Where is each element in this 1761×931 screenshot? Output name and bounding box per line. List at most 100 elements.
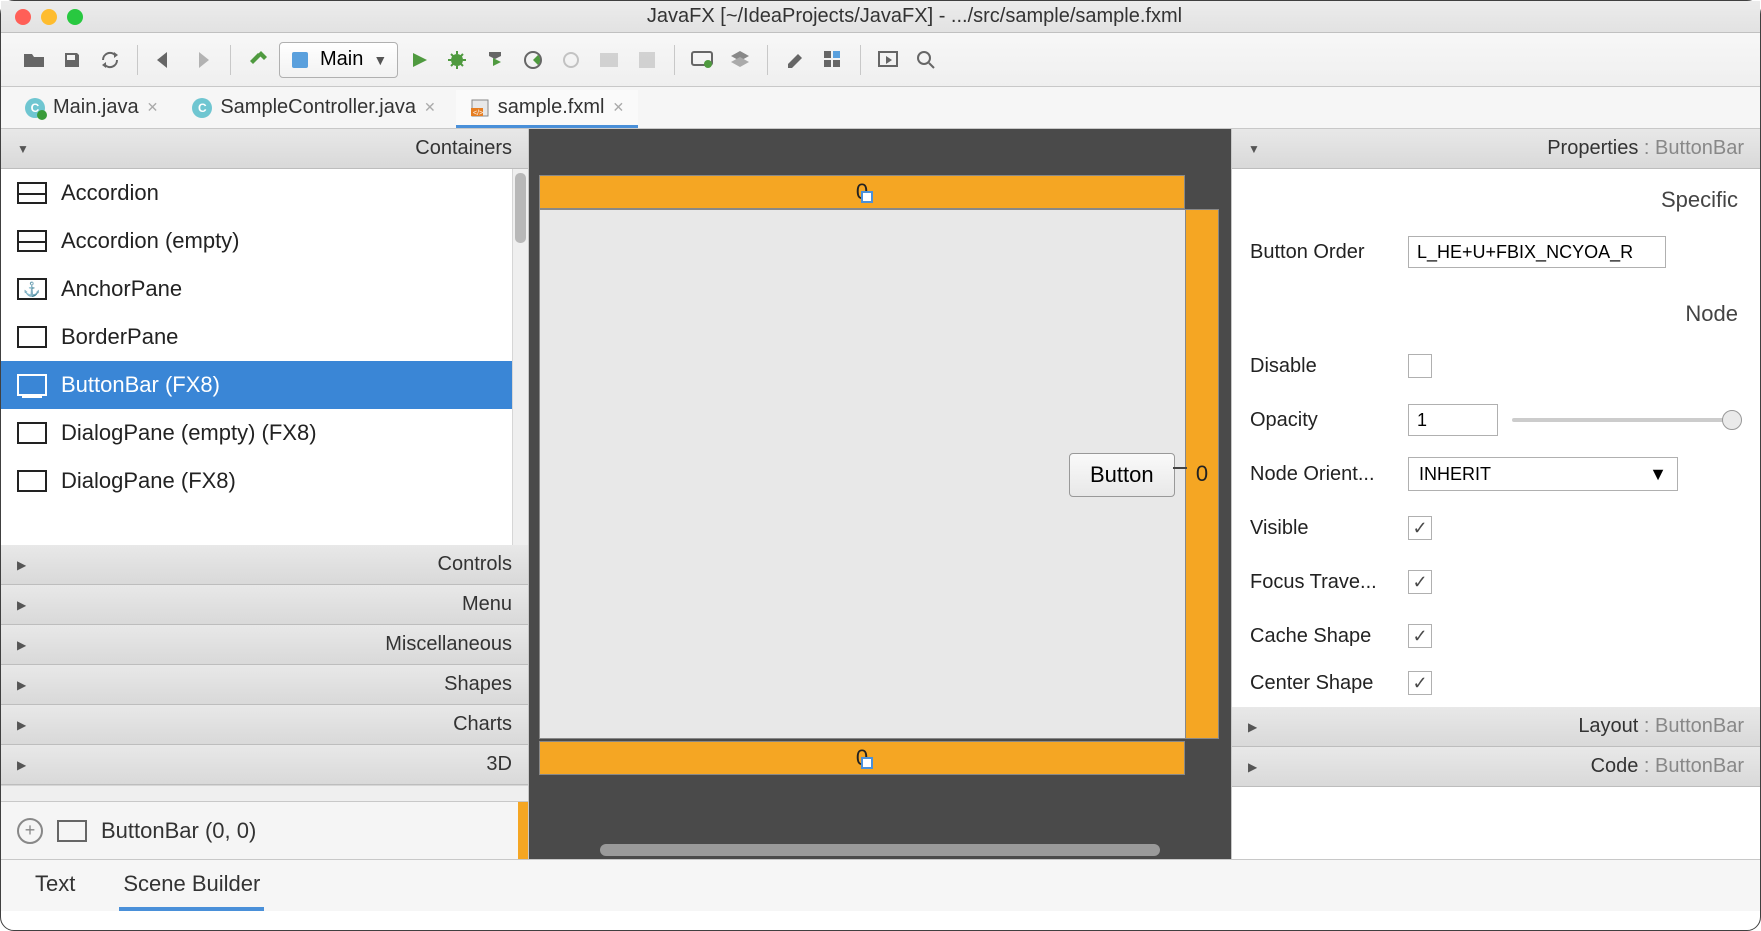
editor-mode-tabs: Text Scene Builder (1, 859, 1760, 911)
category-shapes-header[interactable]: ▶Shapes (1, 665, 528, 705)
prop-label: Visible (1250, 517, 1408, 540)
tab-text[interactable]: Text (31, 861, 79, 911)
coverage-icon[interactable] (478, 43, 512, 77)
opacity-field[interactable] (1408, 404, 1498, 436)
category-charts-header[interactable]: ▶Charts (1, 705, 528, 745)
sync-icon[interactable] (93, 43, 127, 77)
prop-label: Node Orient... (1250, 463, 1408, 486)
close-icon[interactable]: ✕ (424, 99, 436, 116)
resize-handle[interactable] (861, 191, 873, 203)
section-node-title: Node (1232, 283, 1760, 335)
profile-icon[interactable] (516, 43, 550, 77)
design-canvas[interactable]: 0 0 0 Button (529, 129, 1232, 859)
library-item-anchorpane[interactable]: AnchorPane (1, 265, 512, 313)
node-orientation-combo[interactable]: INHERIT▼ (1408, 457, 1678, 491)
prop-label: Button Order (1250, 241, 1408, 264)
category-miscellaneous-header[interactable]: ▶Miscellaneous (1, 625, 528, 665)
container-icon (17, 374, 47, 396)
scrollbar-horizontal[interactable] (529, 841, 1231, 859)
scrollbar-thumb[interactable] (600, 844, 1160, 856)
attach-icon[interactable] (554, 43, 588, 77)
category-3d-header[interactable]: ▶3D (1, 745, 528, 785)
main-toolbar: Main ▼ (1, 33, 1760, 87)
category-containers-header[interactable]: ▼ Containers (1, 129, 528, 169)
slider-thumb[interactable] (1722, 410, 1742, 430)
library-item-dialogpane[interactable]: DialogPane (FX8) (1, 457, 512, 505)
run-icon[interactable] (402, 43, 436, 77)
library-item-label: BorderPane (61, 324, 178, 350)
resize-handle[interactable] (861, 757, 873, 769)
center-shape-checkbox[interactable]: ✓ (1408, 671, 1432, 695)
library-item-accordion[interactable]: Accordion (1, 169, 512, 217)
open-icon[interactable] (17, 43, 51, 77)
panel-subtitle: ButtonBar (1655, 715, 1744, 738)
category-menu-header[interactable]: ▶Menu (1, 585, 528, 625)
slot-value: 0 (1196, 461, 1208, 487)
disable-checkbox[interactable] (1408, 354, 1432, 378)
opacity-slider[interactable] (1512, 418, 1742, 422)
panel-title: Properties (1547, 137, 1638, 160)
container-icon (17, 470, 47, 492)
prop-label: Focus Trave... (1250, 571, 1408, 594)
build-icon[interactable] (241, 43, 275, 77)
close-icon[interactable]: ✕ (147, 99, 159, 116)
save-icon[interactable] (55, 43, 89, 77)
scrollbar-vertical[interactable] (512, 169, 528, 545)
library-item-buttonbar[interactable]: ButtonBar (FX8) (1, 361, 512, 409)
editor-tab-bar: C Main.java ✕ C SampleController.java ✕ … (1, 87, 1760, 129)
run-target-icon[interactable] (871, 43, 905, 77)
settings-icon[interactable] (778, 43, 812, 77)
editor-tab-main[interactable]: C Main.java ✕ (11, 90, 172, 128)
sdk-manager-icon[interactable] (723, 43, 757, 77)
prop-opacity: Opacity (1250, 393, 1742, 447)
run-anything-icon[interactable] (592, 43, 626, 77)
editor-tab-label: sample.fxml (498, 96, 605, 119)
scrollbar-thumb[interactable] (515, 173, 526, 243)
library-item-accordion-empty[interactable]: Accordion (empty) (1, 217, 512, 265)
forward-icon[interactable] (186, 43, 220, 77)
focus-traversable-checkbox[interactable]: ✓ (1408, 570, 1432, 594)
canvas-viewport[interactable]: 0 0 0 Button (529, 129, 1231, 841)
prop-label: Cache Shape (1250, 625, 1408, 648)
java-class-icon: C (25, 98, 45, 118)
main-area: ▼ Containers Accordion Accordion (empty)… (1, 129, 1760, 859)
chevron-right-icon: ▶ (17, 598, 26, 612)
chevron-right-icon: ▶ (17, 638, 26, 652)
inspector-code-header[interactable]: ▶ Code : ButtonBar (1232, 747, 1760, 787)
search-icon[interactable] (909, 43, 943, 77)
back-icon[interactable] (148, 43, 182, 77)
hierarchy-row[interactable]: + ButtonBar (0, 0) (1, 801, 528, 859)
tab-scene-builder[interactable]: Scene Builder (119, 861, 264, 911)
project-structure-icon[interactable] (816, 43, 850, 77)
borderpane-right-slot[interactable]: 0 (1185, 209, 1219, 739)
inspector-panel: ▼ Properties : ButtonBar Specific Button… (1232, 129, 1760, 859)
svg-text:</>: </> (473, 110, 483, 117)
run-configuration-combo[interactable]: Main ▼ (279, 42, 398, 78)
editor-tab-controller[interactable]: C SampleController.java ✕ (178, 90, 449, 128)
selection-marker (518, 802, 528, 859)
library-item-borderpane[interactable]: BorderPane (1, 313, 512, 361)
canvas-button-widget[interactable]: Button (1069, 453, 1175, 497)
visible-checkbox[interactable]: ✓ (1408, 516, 1432, 540)
stop-icon[interactable] (630, 43, 664, 77)
cache-shape-checkbox[interactable]: ✓ (1408, 624, 1432, 648)
editor-tab-fxml[interactable]: </> sample.fxml ✕ (456, 90, 638, 128)
button-order-field[interactable] (1408, 236, 1666, 268)
chevron-right-icon: ▶ (1248, 720, 1257, 734)
avd-manager-icon[interactable] (685, 43, 719, 77)
guide-line (1173, 467, 1187, 469)
library-item-dialogpane-empty[interactable]: DialogPane (empty) (FX8) (1, 409, 512, 457)
close-window-icon[interactable] (15, 9, 31, 25)
library-item-label: DialogPane (empty) (FX8) (61, 420, 317, 446)
close-icon[interactable]: ✕ (612, 99, 624, 116)
chevron-down-icon: ▼ (1248, 142, 1260, 156)
zoom-window-icon[interactable] (67, 9, 83, 25)
add-icon[interactable]: + (17, 818, 43, 844)
category-title: Controls (438, 553, 512, 576)
inspector-layout-header[interactable]: ▶ Layout : ButtonBar (1232, 707, 1760, 747)
prop-center-shape: Center Shape ✓ (1250, 663, 1742, 703)
inspector-properties-header[interactable]: ▼ Properties : ButtonBar (1232, 129, 1760, 169)
category-controls-header[interactable]: ▶Controls (1, 545, 528, 585)
minimize-window-icon[interactable] (41, 9, 57, 25)
debug-icon[interactable] (440, 43, 474, 77)
